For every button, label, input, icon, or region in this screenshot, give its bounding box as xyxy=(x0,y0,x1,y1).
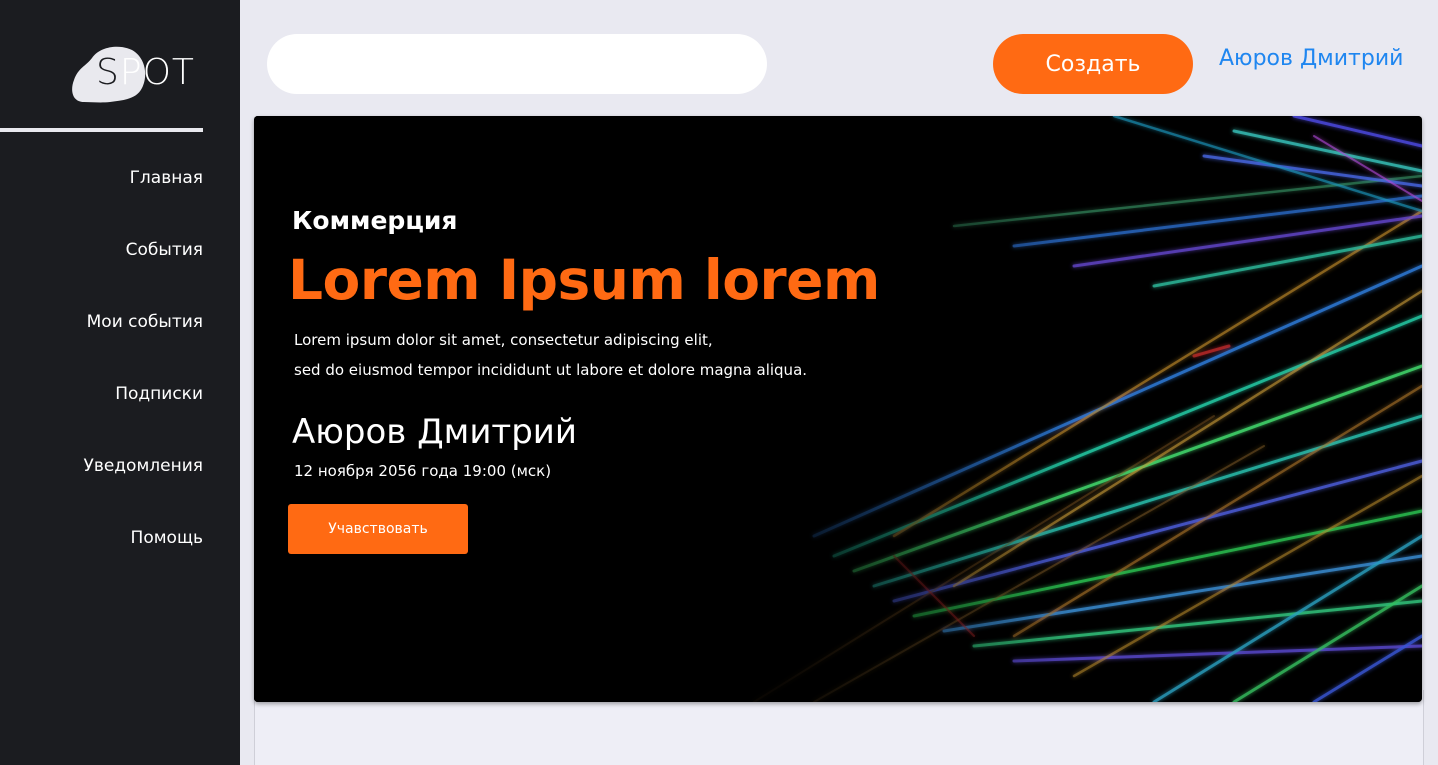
sidebar-item-subscriptions[interactable]: Подписки xyxy=(115,384,203,404)
sidebar-item-events[interactable]: События xyxy=(126,240,203,260)
event-date: 12 ноября 2056 года 19:00 (мск) xyxy=(294,462,552,480)
search-input[interactable] xyxy=(267,34,767,94)
event-author: Аюров Дмитрий xyxy=(292,412,577,452)
neon-lines-image xyxy=(254,116,1422,702)
sidebar-item-home[interactable]: Главная xyxy=(130,168,203,188)
event-description-line-1: Lorem ipsum dolor sit amet, consectetur … xyxy=(294,331,713,349)
spot-logo[interactable]: SPOT xyxy=(70,44,205,106)
logo-divider xyxy=(0,128,203,132)
participate-button[interactable]: Учавствовать xyxy=(288,504,468,554)
user-profile-link[interactable]: Аюров Дмитрий xyxy=(1219,46,1403,71)
create-button[interactable]: Создать xyxy=(993,34,1193,94)
event-category: Коммерция xyxy=(292,206,458,235)
hero-banner: Коммерция Lorem Ipsum lorem Lorem ipsum … xyxy=(254,116,1422,702)
sidebar: SPOT Главная События Мои события Подписк… xyxy=(0,0,240,765)
sidebar-item-help[interactable]: Помощь xyxy=(131,528,203,548)
app: SPOT Главная События Мои события Подписк… xyxy=(0,0,1438,765)
event-description: Lorem ipsum dolor sit amet, consectetur … xyxy=(294,325,807,385)
sidebar-item-notifications[interactable]: Уведомления xyxy=(83,456,203,476)
logo-letters-pot: POT xyxy=(119,52,195,93)
sidebar-item-my-events[interactable]: Мои события xyxy=(87,312,203,332)
logo-text: SPOT xyxy=(96,52,195,93)
event-description-line-2: sed do eiusmod tempor incididunt ut labo… xyxy=(294,361,808,379)
logo-letter-s: S xyxy=(96,52,120,93)
event-title: Lorem Ipsum lorem xyxy=(288,248,880,312)
